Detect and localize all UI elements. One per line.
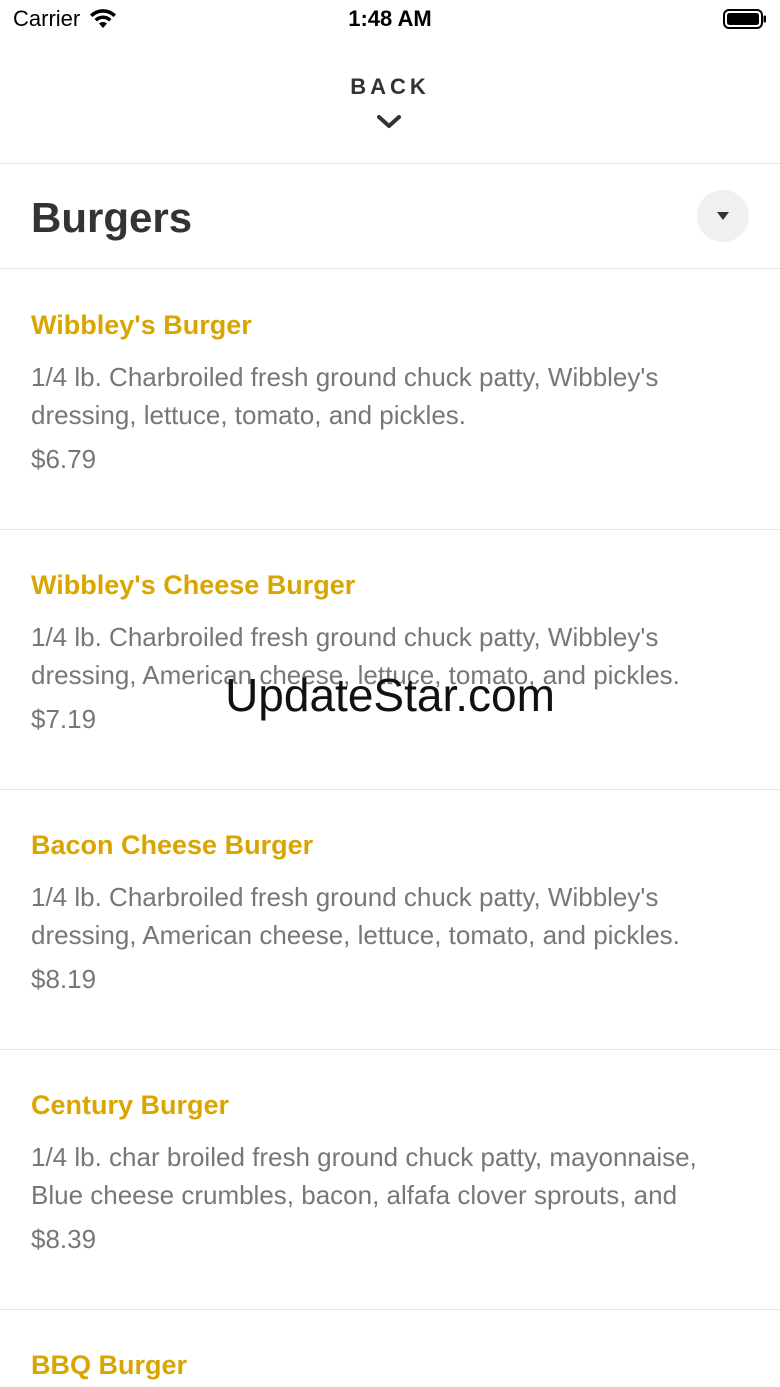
category-header: Burgers	[0, 164, 780, 269]
item-name: Wibbley's Cheese Burger	[31, 570, 356, 600]
back-label: BACK	[350, 74, 430, 99]
battery-icon	[723, 9, 766, 29]
item-price: $6.79	[31, 444, 97, 474]
item-name: Wibbley's Burger	[31, 310, 252, 340]
item-description: 1/4 lb. Charbroiled fresh ground chuck p…	[31, 622, 680, 690]
menu-item[interactable]: Bacon Cheese Burger 1/4 lb. Charbroiled …	[0, 790, 780, 1050]
item-price: $8.39	[31, 1224, 97, 1254]
item-description: 1/4 lb. char broiled fresh ground chuck …	[31, 1142, 697, 1210]
item-price: $8.19	[31, 964, 97, 994]
menu-item[interactable]: Century Burger 1/4 lb. char broiled fres…	[0, 1050, 780, 1310]
item-name: Century Burger	[31, 1090, 230, 1120]
menu-item[interactable]: BBQ Burger	[0, 1310, 780, 1387]
menu-item[interactable]: Wibbley's Burger 1/4 lb. Charbroiled fre…	[0, 270, 780, 530]
item-description: 1/4 lb. Charbroiled fresh ground chuck p…	[31, 362, 659, 430]
category-dropdown-button[interactable]	[697, 190, 749, 242]
chevron-down-icon	[377, 115, 401, 128]
menu-item[interactable]: Wibbley's Cheese Burger 1/4 lb. Charbroi…	[0, 530, 780, 790]
status-time: 1:48 AM	[348, 6, 432, 31]
status-bar: Carrier 1:48 AM	[0, 0, 780, 40]
caret-down-icon	[717, 212, 729, 220]
item-name: Bacon Cheese Burger	[31, 830, 314, 860]
back-button[interactable]: BACK	[0, 60, 780, 164]
category-title: Burgers	[31, 194, 193, 241]
item-name: BBQ Burger	[31, 1350, 188, 1380]
item-description: 1/4 lb. Charbroiled fresh ground chuck p…	[31, 882, 680, 950]
item-price: $7.19	[31, 704, 97, 734]
